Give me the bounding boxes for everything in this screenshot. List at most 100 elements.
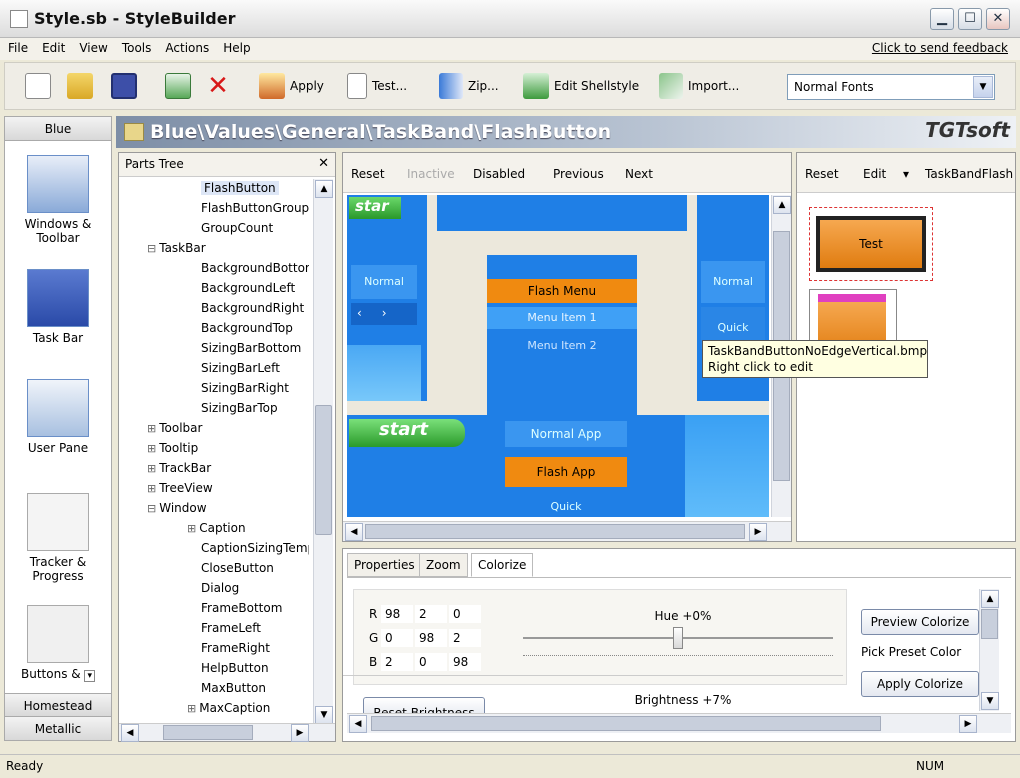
close-button[interactable]: ✕	[986, 8, 1010, 30]
expand-icon[interactable]: ⊞	[147, 442, 156, 455]
chevron-down-icon[interactable]: ▾	[84, 670, 95, 682]
sidebar-item-tracker-progress[interactable]: Tracker & Progress	[9, 493, 107, 583]
maximize-button[interactable]: ☐	[958, 8, 982, 30]
colorize-hscroll-thumb[interactable]	[371, 716, 881, 731]
tree-item[interactable]: ⊞ Toolbar	[147, 419, 309, 437]
hue-slider-thumb[interactable]	[673, 627, 683, 649]
scroll-right-icon[interactable]: ▶	[291, 724, 309, 742]
tree-item[interactable]: ⊟ TaskBar	[147, 239, 309, 257]
colorize-scroll-thumb[interactable]	[981, 609, 998, 639]
preview-horizontal-scrollbar[interactable]: ◀ ▶	[343, 521, 791, 541]
menu-tools[interactable]: Tools	[114, 38, 158, 55]
tree-item[interactable]: BackgroundRight	[187, 299, 309, 317]
expand-icon[interactable]: ⊞	[147, 482, 156, 495]
sidebar-item-buttons[interactable]: Buttons & ▾	[9, 605, 107, 682]
preview-hscroll-thumb[interactable]	[365, 524, 745, 539]
tree-item[interactable]: ⊟ Window	[147, 499, 309, 517]
sidebar-header-blue[interactable]: Blue	[5, 117, 111, 141]
tree-item[interactable]: CloseButton	[187, 559, 309, 577]
tree-item[interactable]: ⊞ Tooltip	[147, 439, 309, 457]
sidebar-item-user-pane[interactable]: User Pane	[9, 379, 107, 455]
new-button[interactable]	[25, 71, 51, 101]
tree-item[interactable]: ⊞ MaxCaption	[187, 699, 309, 717]
tree-item[interactable]: SizingBarLeft	[187, 359, 309, 377]
tree-scroll-thumb[interactable]	[315, 405, 332, 535]
tree-item[interactable]: MaxButton	[187, 679, 309, 697]
preview-next-button[interactable]: Next	[625, 167, 653, 181]
matrix-value-field[interactable]: 2	[449, 629, 481, 647]
tree-item[interactable]: FrameLeft	[187, 619, 309, 637]
edit-shellstyle-button[interactable]: Edit Shellstyle	[523, 71, 639, 101]
preview-inactive-button[interactable]: Inactive	[407, 167, 455, 181]
font-select[interactable]: Normal Fonts ▼	[787, 74, 995, 100]
menu-file[interactable]: File	[0, 38, 34, 55]
bitmap-reset-button[interactable]: Reset	[805, 167, 839, 181]
expand-icon[interactable]: ⊞	[147, 422, 156, 435]
copy-button[interactable]	[165, 71, 191, 101]
sidebar-header-homestead[interactable]: Homestead	[5, 693, 111, 717]
matrix-value-field[interactable]: 2	[381, 653, 413, 671]
tree-item[interactable]: GroupCount	[187, 219, 309, 237]
minimize-button[interactable]: ▁	[930, 8, 954, 30]
preview-disabled-button[interactable]: Disabled	[473, 167, 525, 181]
matrix-value-field[interactable]: 98	[449, 653, 481, 671]
save-button[interactable]	[111, 71, 137, 101]
tab-zoom[interactable]: Zoom	[419, 553, 468, 577]
matrix-value-field[interactable]: 2	[415, 605, 447, 623]
tree-item[interactable]: FlashButton	[187, 179, 309, 197]
scroll-left-icon[interactable]: ◀	[121, 724, 139, 742]
tree-item[interactable]: BackgroundTop	[187, 319, 309, 337]
tree-hscroll-thumb[interactable]	[163, 725, 253, 740]
matrix-value-field[interactable]: 0	[449, 605, 481, 623]
tree-item[interactable]: FrameBottom	[187, 599, 309, 617]
chevron-down-icon[interactable]: ▾	[903, 167, 909, 181]
tree-item[interactable]: CaptionSizingTemp	[187, 539, 309, 557]
matrix-value-field[interactable]: 98	[415, 629, 447, 647]
tree-item[interactable]: SizingBarBottom	[187, 339, 309, 357]
scroll-right-icon[interactable]: ▶	[959, 715, 977, 733]
tree-item[interactable]: FrameRight	[187, 639, 309, 657]
expand-icon[interactable]: ⊞	[147, 462, 156, 475]
menu-edit[interactable]: Edit	[34, 38, 71, 55]
menu-help[interactable]: Help	[215, 38, 256, 55]
menu-view[interactable]: View	[71, 38, 113, 55]
tree-item[interactable]: SizingBarTop	[187, 399, 309, 417]
feedback-link[interactable]: Click to send feedback	[872, 41, 1008, 55]
scroll-right-icon[interactable]: ▶	[749, 523, 767, 541]
tab-properties[interactable]: Properties	[347, 553, 422, 577]
menu-actions[interactable]: Actions	[157, 38, 215, 55]
sidebar-header-metallic[interactable]: Metallic	[5, 717, 111, 741]
scroll-left-icon[interactable]: ◀	[345, 523, 363, 541]
tree-item[interactable]: SizingBarRight	[187, 379, 309, 397]
test-button[interactable]: Test...	[347, 71, 407, 101]
open-button[interactable]	[67, 71, 93, 101]
expand-icon[interactable]: ⊞	[187, 702, 196, 715]
apply-colorize-button[interactable]: Apply Colorize	[861, 671, 979, 697]
colorize-horizontal-scrollbar[interactable]: ◀ ▶	[347, 713, 1011, 733]
colorize-vertical-scrollbar[interactable]: ▲ ▼	[979, 589, 999, 711]
chevron-down-icon[interactable]: ▼	[973, 76, 993, 98]
scroll-down-icon[interactable]: ▼	[315, 706, 333, 724]
tree-item[interactable]: ⊞ Caption	[187, 519, 309, 537]
collapse-icon[interactable]: ⊟	[147, 502, 156, 515]
preview-colorize-button[interactable]: Preview Colorize	[861, 609, 979, 635]
scroll-up-icon[interactable]: ▲	[773, 196, 791, 214]
scroll-up-icon[interactable]: ▲	[981, 590, 999, 608]
scroll-up-icon[interactable]: ▲	[315, 180, 333, 198]
tree-item[interactable]: ⊞ TreeView	[147, 479, 309, 497]
tree-item[interactable]: BackgroundBottom	[187, 259, 309, 277]
scroll-down-icon[interactable]: ▼	[981, 692, 999, 710]
preview-reset-button[interactable]: Reset	[351, 167, 385, 181]
tree-item[interactable]: FlashButtonGroupf	[187, 199, 309, 217]
tree-horizontal-scrollbar[interactable]: ◀ ▶	[119, 723, 335, 742]
collapse-icon[interactable]: ⊟	[147, 242, 156, 255]
zip-button[interactable]: Zip...	[439, 71, 499, 101]
matrix-value-field[interactable]: 0	[415, 653, 447, 671]
scroll-left-icon[interactable]: ◀	[349, 715, 367, 733]
expand-icon[interactable]: ⊞	[187, 522, 196, 535]
matrix-value-field[interactable]: 98	[381, 605, 413, 623]
sidebar-item-windows-toolbar[interactable]: Windows & Toolbar	[9, 155, 107, 245]
apply-button[interactable]: Apply	[259, 71, 324, 101]
import-button[interactable]: Import...	[659, 71, 739, 101]
matrix-value-field[interactable]: 0	[381, 629, 413, 647]
